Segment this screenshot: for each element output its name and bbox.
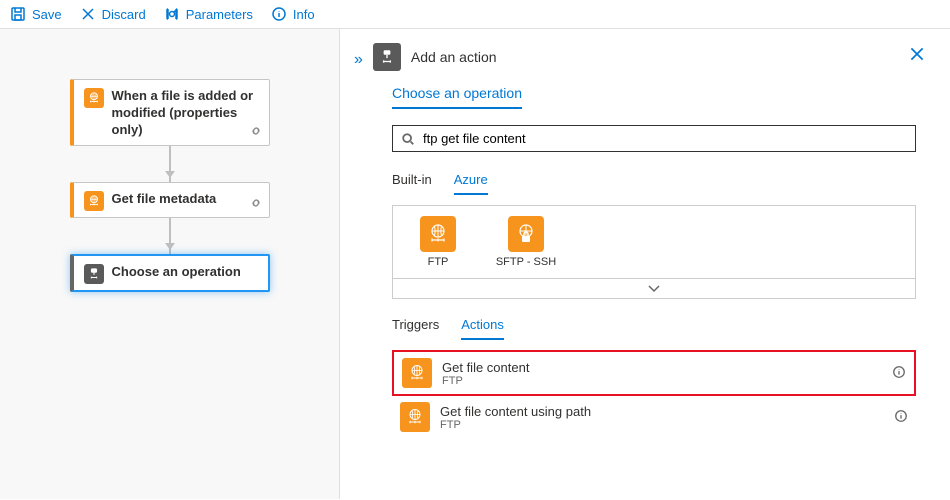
ftp-icon (84, 88, 104, 108)
action-get-file-content-path[interactable]: Get file content using path FTP (392, 396, 916, 438)
info-icon (892, 365, 906, 379)
discard-label: Discard (102, 7, 146, 22)
action-get-file-content[interactable]: Get file content FTP (392, 350, 916, 396)
search-input-wrapper[interactable] (392, 125, 916, 152)
discard-icon (80, 6, 96, 22)
parameters-icon (164, 6, 180, 22)
parameters-label: Parameters (186, 7, 253, 22)
info-label: Info (293, 7, 315, 22)
save-button[interactable]: Save (10, 6, 62, 22)
ftp-icon (400, 402, 430, 432)
choose-title: Choose an operation (112, 264, 241, 281)
tab-azure[interactable]: Azure (454, 168, 488, 195)
ftp-icon (420, 216, 456, 252)
tab-actions[interactable]: Actions (461, 313, 504, 340)
action-info-button[interactable] (894, 409, 908, 426)
action-info-button[interactable] (892, 365, 906, 382)
save-icon (10, 6, 26, 22)
main-area: When a file is added or modified (proper… (0, 29, 950, 499)
info-icon (894, 409, 908, 423)
flow-arrow (169, 218, 171, 254)
chevron-down-icon (648, 285, 660, 293)
close-button[interactable] (908, 45, 926, 69)
info-icon (271, 6, 287, 22)
save-label: Save (32, 7, 62, 22)
triggers-actions-tabs: Triggers Actions (392, 313, 916, 340)
connection-icon (249, 124, 263, 141)
action-title: Get file content using path (440, 404, 884, 419)
workflow-canvas: When a file is added or modified (proper… (0, 29, 340, 499)
trigger-title: When a file is added or modified (proper… (112, 88, 259, 139)
panel-subtitle: Choose an operation (392, 71, 522, 109)
action-title: Get file content (442, 360, 882, 375)
choose-operation-node[interactable]: Choose an operation (70, 254, 270, 292)
ftp-icon (84, 191, 104, 211)
search-input[interactable] (423, 131, 907, 146)
flow-arrow (169, 146, 171, 182)
action-subtitle: FTP (442, 375, 882, 387)
tab-builtin[interactable]: Built-in (392, 168, 432, 195)
collapse-chevron-icon[interactable]: » (354, 51, 363, 69)
action-node-metadata[interactable]: Get file metadata (70, 182, 270, 218)
connector-group-tabs: Built-in Azure (392, 168, 916, 195)
panel-title: Add an action (411, 49, 898, 65)
info-button[interactable]: Info (271, 6, 315, 22)
connectors-box: FTP SFTP - SSH (392, 205, 916, 299)
sftp-icon (508, 216, 544, 252)
connection-icon (249, 196, 263, 213)
operation-icon (84, 264, 104, 284)
operation-icon (373, 43, 401, 71)
expand-connectors[interactable] (393, 278, 915, 298)
close-icon (908, 45, 926, 63)
search-icon (401, 132, 415, 146)
action-panel: » Add an action Choose an operation Buil… (340, 29, 950, 499)
connector-ftp[interactable]: FTP (407, 216, 469, 268)
ftp-icon (402, 358, 432, 388)
tab-triggers[interactable]: Triggers (392, 313, 439, 340)
connector-sftp-label: SFTP - SSH (495, 256, 557, 268)
command-bar: Save Discard Parameters Info (0, 0, 950, 29)
actions-list: Get file content FTP Get file content us… (392, 350, 916, 438)
connector-ftp-label: FTP (407, 256, 469, 268)
discard-button[interactable]: Discard (80, 6, 146, 22)
action-subtitle: FTP (440, 419, 884, 431)
action-title: Get file metadata (112, 191, 217, 208)
trigger-node[interactable]: When a file is added or modified (proper… (70, 79, 270, 146)
connector-sftp[interactable]: SFTP - SSH (495, 216, 557, 268)
parameters-button[interactable]: Parameters (164, 6, 253, 22)
